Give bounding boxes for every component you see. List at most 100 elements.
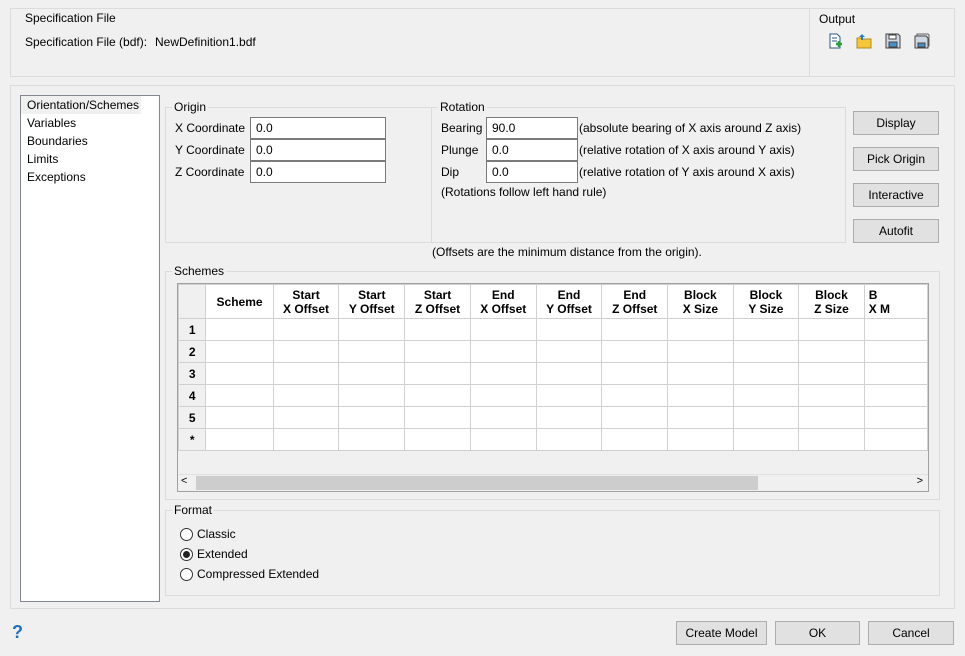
table-cell[interactable] [535, 428, 603, 451]
table-cell[interactable] [667, 340, 734, 363]
create-model-button[interactable]: Create Model [676, 621, 767, 645]
column-header[interactable]: Scheme [205, 284, 274, 319]
table-cell[interactable] [272, 362, 340, 385]
table-cell[interactable] [601, 428, 669, 451]
open-folder-icon[interactable] [856, 33, 872, 49]
table-cell[interactable] [205, 406, 274, 429]
table-cell[interactable] [732, 384, 800, 407]
scroll-right-icon[interactable]: > [917, 475, 923, 487]
table-cell[interactable] [205, 318, 274, 341]
table-cell[interactable] [535, 318, 603, 341]
column-header[interactable]: Block X Size [667, 284, 734, 319]
save-icon[interactable] [885, 33, 901, 49]
table-cell[interactable] [338, 340, 406, 363]
table-cell[interactable] [732, 340, 800, 363]
column-header[interactable]: Start Y Offset [338, 284, 406, 319]
table-cell[interactable] [404, 428, 471, 451]
autofit-button[interactable]: Autofit [853, 219, 939, 243]
help-icon[interactable]: ? [12, 622, 23, 643]
column-header[interactable]: End Z Offset [601, 284, 669, 319]
table-cell[interactable] [798, 318, 865, 341]
table-cell[interactable] [798, 384, 865, 407]
table-cell[interactable] [469, 362, 537, 385]
dip-input[interactable]: 0.0 [486, 161, 578, 183]
row-header[interactable]: 2 [178, 340, 207, 363]
table-cell[interactable] [404, 362, 471, 385]
table-cell[interactable] [338, 384, 406, 407]
table-cell[interactable] [338, 362, 406, 385]
table-cell[interactable] [469, 384, 537, 407]
table-cell[interactable] [272, 406, 340, 429]
column-header[interactable]: End Y Offset [535, 284, 603, 319]
sidebar-item-variables[interactable]: Variables [21, 114, 159, 132]
table-cell[interactable] [732, 318, 800, 341]
column-header[interactable]: Block Y Size [732, 284, 800, 319]
new-file-icon[interactable] [827, 33, 843, 49]
horizontal-scrollbar[interactable]: < > [178, 474, 928, 491]
format-compressed-extended-radio[interactable]: Compressed Extended [180, 567, 319, 581]
table-cell[interactable] [535, 340, 603, 363]
table-cell[interactable] [535, 406, 603, 429]
table-cell[interactable] [601, 318, 669, 341]
table-cell[interactable] [272, 318, 340, 341]
table-cell[interactable] [863, 428, 928, 451]
table-cell[interactable] [863, 362, 928, 385]
table-cell[interactable] [732, 362, 800, 385]
row-header[interactable]: 4 [178, 384, 207, 407]
table-cell[interactable] [469, 318, 537, 341]
table-cell[interactable] [732, 406, 800, 429]
table-cell[interactable] [404, 384, 471, 407]
save-as-icon[interactable] [914, 33, 930, 49]
row-header[interactable]: * [178, 428, 207, 451]
sidebar-item-exceptions[interactable]: Exceptions [21, 168, 159, 186]
table-cell[interactable] [601, 340, 669, 363]
pick-origin-button[interactable]: Pick Origin [853, 147, 939, 171]
sidebar-list[interactable]: Orientation/Schemes Variables Boundaries… [20, 95, 160, 602]
table-cell[interactable] [798, 406, 865, 429]
table-cell[interactable] [667, 384, 734, 407]
table-cell[interactable] [601, 384, 669, 407]
table-cell[interactable] [404, 318, 471, 341]
table-cell[interactable] [535, 362, 603, 385]
column-header[interactable]: End X Offset [469, 284, 537, 319]
table-cell[interactable] [863, 340, 928, 363]
table-cell[interactable] [863, 384, 928, 407]
table-cell[interactable] [667, 318, 734, 341]
table-cell[interactable] [338, 428, 406, 451]
schemes-grid[interactable]: Scheme Start X Offset Start Y Offset Start Z O… [177, 283, 929, 492]
table-cell[interactable] [667, 406, 734, 429]
table-cell[interactable] [601, 362, 669, 385]
format-classic-radio[interactable]: Classic [180, 527, 236, 541]
sidebar-item-limits[interactable]: Limits [21, 150, 159, 168]
row-header[interactable]: 5 [178, 406, 207, 429]
row-header[interactable]: 1 [178, 318, 207, 341]
table-cell[interactable] [863, 318, 928, 341]
table-cell[interactable] [404, 406, 471, 429]
table-cell[interactable] [535, 384, 603, 407]
table-cell[interactable] [667, 362, 734, 385]
table-cell[interactable] [732, 428, 800, 451]
table-cell[interactable] [798, 362, 865, 385]
table-cell[interactable] [601, 406, 669, 429]
column-header[interactable]: Start Z Offset [404, 284, 471, 319]
table-cell[interactable] [469, 340, 537, 363]
table-cell[interactable] [205, 340, 274, 363]
table-cell[interactable] [798, 428, 865, 451]
table-cell[interactable] [205, 428, 274, 451]
sidebar-item-boundaries[interactable]: Boundaries [21, 132, 159, 150]
interactive-button[interactable]: Interactive [853, 183, 939, 207]
table-cell[interactable] [338, 406, 406, 429]
column-header[interactable]: Start X Offset [272, 284, 340, 319]
table-cell[interactable] [667, 428, 734, 451]
radio-circle[interactable] [180, 567, 193, 581]
sidebar-item-orientation-schemes[interactable]: Orientation/Schemes [21, 96, 141, 114]
bearing-input[interactable]: 90.0 [486, 117, 578, 139]
display-button[interactable]: Display [853, 111, 939, 135]
plunge-input[interactable]: 0.0 [486, 139, 578, 161]
table-cell[interactable] [469, 406, 537, 429]
table-cell[interactable] [205, 384, 274, 407]
table-cell[interactable] [404, 340, 471, 363]
x-coordinate-input[interactable]: 0.0 [250, 117, 386, 139]
column-header[interactable]: Block Z Size [798, 284, 865, 319]
table-cell[interactable] [272, 384, 340, 407]
